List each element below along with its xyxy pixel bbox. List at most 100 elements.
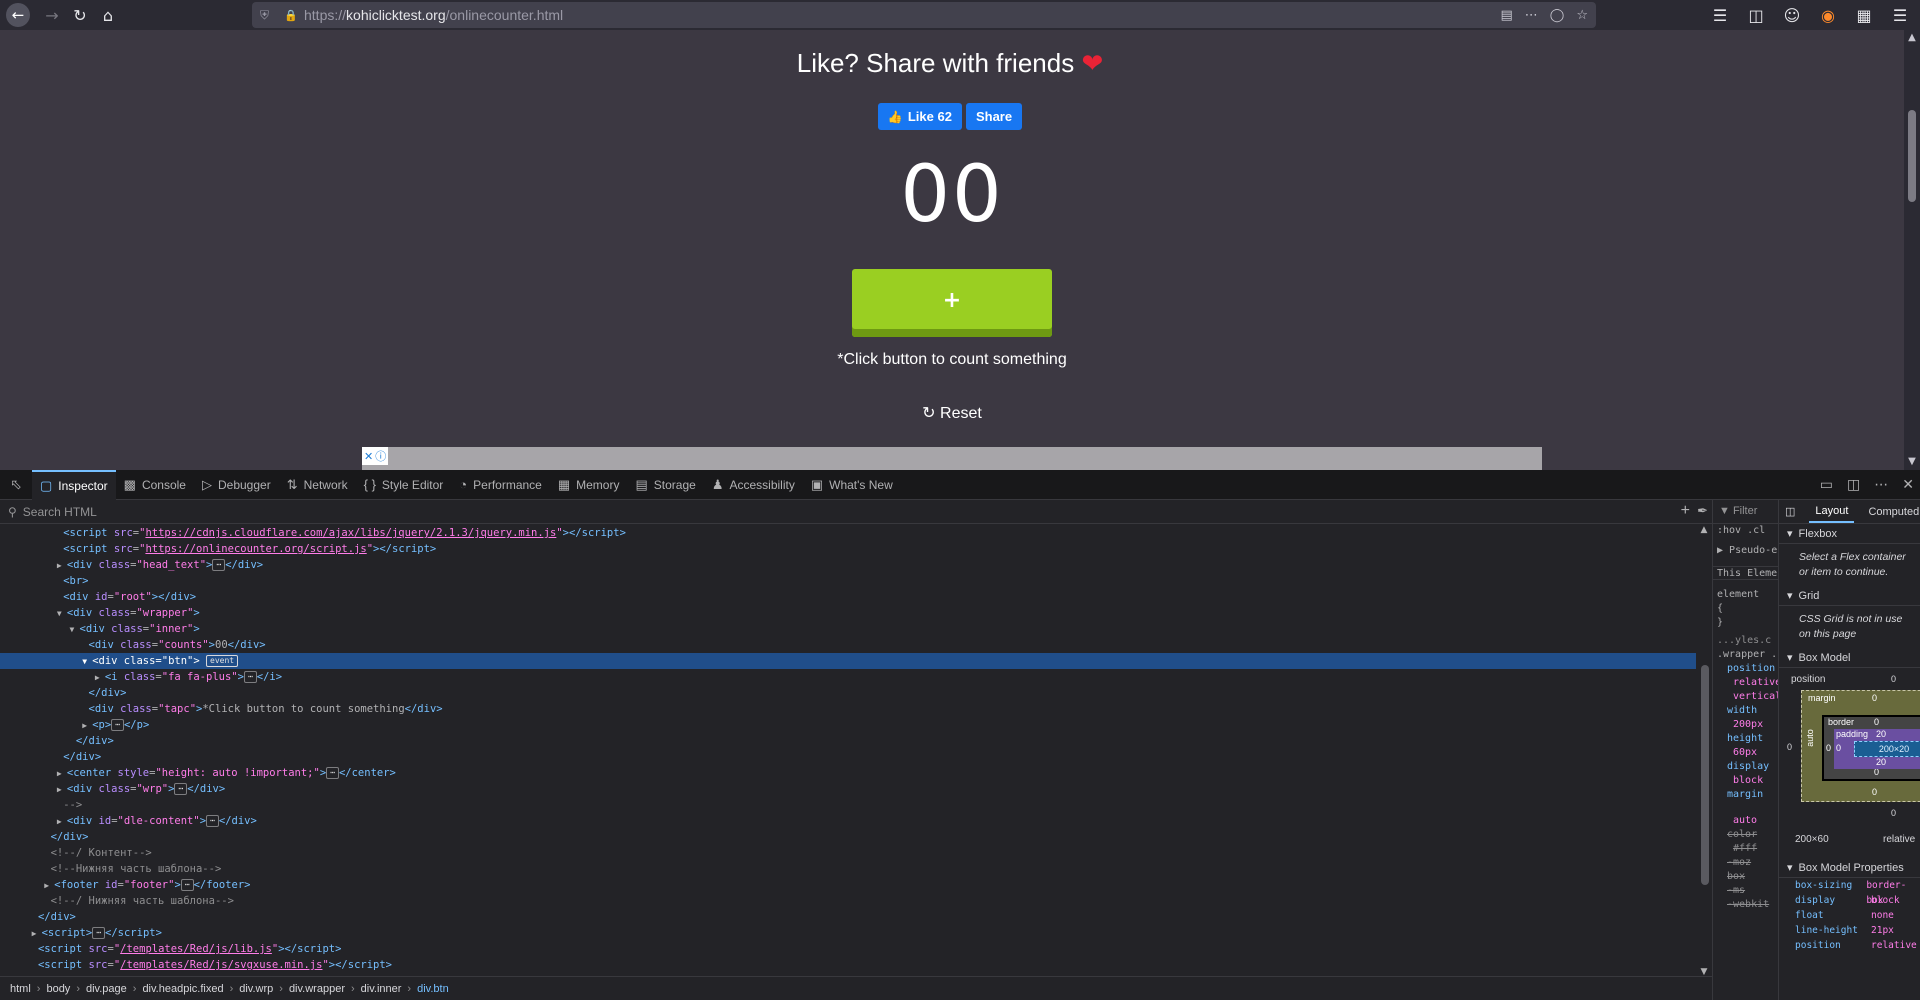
box-model-properties-header[interactable]: ▾ Box Model Properties — [1779, 858, 1920, 878]
collapsed-badge[interactable]: ⋯ — [326, 767, 339, 779]
page-scroll-thumb[interactable] — [1908, 110, 1916, 202]
tree-line[interactable]: ▶ <p> ⋯ </p> — [0, 717, 1696, 733]
search-html-input[interactable]: Search HTML — [23, 505, 97, 519]
collapsed-badge[interactable]: ⋯ — [111, 719, 124, 731]
close-icon[interactable]: ✕ — [1902, 477, 1914, 493]
forward-button[interactable]: → — [38, 1, 66, 29]
collapsed-badge[interactable]: ⋯ — [92, 927, 106, 939]
border-left-value[interactable]: 0 — [1826, 743, 1831, 753]
tree-line[interactable]: <div class="counts">00</div> — [0, 637, 1696, 653]
tree-line[interactable]: </div> — [0, 909, 1696, 925]
rule-prop-overridden[interactable]: -webkit — [1713, 898, 1778, 912]
box-model-section-header[interactable]: ▾ Box Model — [1779, 648, 1920, 668]
responsive-design-icon[interactable]: ▭ — [1820, 477, 1833, 493]
reader-view-icon[interactable]: ▤ — [1500, 8, 1512, 23]
tree-line[interactable]: ▶ <footer id="footer"> ⋯ </footer> — [0, 877, 1696, 893]
expand-icon[interactable]: ▶ — [32, 926, 42, 942]
tree-line[interactable]: <!--Нижняя часть шаблона--> — [0, 861, 1696, 877]
facebook-share-button[interactable]: Share — [965, 103, 1023, 130]
breadcrumb-item[interactable]: div.wrp — [239, 983, 273, 995]
expand-icon[interactable]: ▶ — [82, 718, 92, 734]
tree-line[interactable]: ▼ <div class="wrapper"> — [0, 605, 1696, 621]
breadcrumb-item[interactable]: body — [46, 983, 70, 995]
tab-whats-new[interactable]: ▣ What's New — [803, 470, 901, 500]
event-badge[interactable]: event — [206, 655, 239, 667]
account-button[interactable]: ☺ — [1776, 1, 1808, 29]
extension-button[interactable]: ◉ — [1812, 1, 1844, 29]
extensions-button[interactable]: ▦ — [1848, 1, 1880, 29]
html-tree[interactable]: <script src="https://cdnjs.cloudflare.co… — [0, 525, 1696, 977]
lock-icon[interactable]: 🔒 — [284, 9, 298, 22]
tree-line[interactable]: <!--/ Нижняя часть шаблона--> — [0, 893, 1696, 909]
breadcrumb-item-current[interactable]: div.btn — [417, 983, 449, 995]
expand-icon[interactable]: ▶ — [44, 878, 54, 894]
dock-side-icon[interactable]: ◫ — [1847, 477, 1860, 493]
tree-line[interactable]: ▶ <i class="fa fa-plus"> ⋯ </i> — [0, 669, 1696, 685]
rules-filter-input[interactable]: ▼ Filter — [1713, 500, 1778, 524]
tab-debugger[interactable]: ▷ Debugger — [194, 470, 279, 500]
tab-style-editor[interactable]: { } Style Editor — [356, 470, 452, 500]
ad-close-icon[interactable]: ✕ — [364, 450, 373, 463]
devtools-menu-icon[interactable]: ⋯ — [1874, 477, 1888, 493]
count-plus-button[interactable]: + — [852, 269, 1052, 337]
ad-info-icon[interactable]: ⓘ — [375, 448, 386, 464]
tree-line[interactable]: <div class="tapc">*Click button to count… — [0, 701, 1696, 717]
border-top-value[interactable]: 0 — [1874, 717, 1879, 727]
position-bottom-value[interactable]: 0 — [1891, 808, 1896, 818]
home-button[interactable]: ⌂ — [94, 1, 122, 29]
rule-value[interactable]: 60px — [1713, 746, 1778, 760]
tab-memory[interactable]: ▦ Memory — [550, 470, 628, 500]
script-src-link[interactable]: https://onlinecounter.org/script.js — [145, 543, 366, 555]
scroll-down-icon[interactable]: ▼ — [1904, 454, 1920, 470]
rule-value[interactable]: relative — [1713, 676, 1778, 690]
eyedropper-icon[interactable]: ✒ — [1697, 503, 1708, 519]
flexbox-section-header[interactable]: ▾ Flexbox — [1779, 524, 1920, 544]
expand-icon[interactable]: ▶ — [57, 782, 67, 798]
rule-prop[interactable]: position — [1713, 662, 1778, 676]
rule-value[interactable]: auto — [1713, 814, 1778, 828]
tree-line[interactable]: <div id="root"></div> — [0, 589, 1696, 605]
tracking-shield-icon[interactable]: ⛨ — [260, 8, 276, 23]
pseudo-elements-row[interactable]: ▶ Pseudo-elements — [1713, 544, 1778, 558]
tree-line[interactable]: ▶ <div id="dle-content"> ⋯ </div> — [0, 813, 1696, 829]
collapsed-badge[interactable]: ⋯ — [212, 559, 226, 571]
rule-prop[interactable]: display — [1713, 760, 1778, 774]
padding-left-value[interactable]: 0 — [1836, 743, 1841, 753]
rule-prop[interactable]: margin — [1713, 788, 1778, 802]
rule-prop-overridden[interactable]: -moz — [1713, 856, 1778, 870]
page-actions-icon[interactable]: ⋯ — [1525, 8, 1538, 23]
tab-network[interactable]: ⇅ Network — [279, 470, 356, 500]
rule-prop-overridden[interactable]: -ms — [1713, 884, 1778, 898]
rule-prop[interactable]: height — [1713, 732, 1778, 746]
tree-line[interactable]: <br> — [0, 573, 1696, 589]
reload-button[interactable]: ↻ — [66, 1, 94, 29]
padding-bottom-value[interactable]: 20 — [1876, 757, 1886, 767]
rule-prop-overridden[interactable]: box — [1713, 870, 1778, 884]
markup-scrollbar[interactable]: ▲ ▼ — [1698, 525, 1710, 977]
ad-choices[interactable]: ✕ ⓘ — [362, 447, 389, 465]
tree-line[interactable]: </div> — [0, 685, 1696, 701]
tree-line[interactable]: ▼ <div class="inner"> — [0, 621, 1696, 637]
margin-left-value[interactable]: auto — [1805, 729, 1815, 747]
tree-line[interactable]: </div> — [0, 829, 1696, 845]
rule-value[interactable]: vertical — [1713, 690, 1778, 704]
facebook-like-button[interactable]: 👍 Like 62 — [877, 103, 962, 130]
expand-icon[interactable]: ▶ — [57, 766, 67, 782]
breadcrumb-item[interactable]: div.inner — [361, 983, 402, 995]
outer-left-value[interactable]: 0 — [1787, 742, 1792, 752]
tree-line[interactable]: ▶ <script> ⋯ </script> — [0, 925, 1696, 941]
position-value[interactable]: 0 — [1891, 674, 1896, 684]
url-text[interactable]: https://kohiclicktest.org/onlinecounter.… — [304, 7, 563, 23]
breadcrumb-item[interactable]: html — [10, 983, 31, 995]
rule-value-overridden[interactable]: #fff — [1713, 842, 1778, 856]
toggle-pane-icon[interactable]: ◫ — [1785, 505, 1795, 518]
collapsed-badge[interactable]: ⋯ — [180, 879, 194, 891]
tab-storage[interactable]: ▤ Storage — [627, 470, 703, 500]
collapse-icon[interactable]: ▼ — [82, 654, 92, 670]
tree-line[interactable]: <script src="https://onlinecounter.org/s… — [0, 541, 1696, 557]
script-src-link[interactable]: https://cdnjs.cloudflare.com/ajax/libs/j… — [145, 527, 556, 539]
tree-line[interactable]: ▶ <div class="head_text"> ⋯ </div> — [0, 557, 1696, 573]
tab-computed[interactable]: Computed — [1868, 506, 1919, 518]
grid-section-header[interactable]: ▾ Grid — [1779, 586, 1920, 606]
rule-value[interactable]: 200px — [1713, 718, 1778, 732]
